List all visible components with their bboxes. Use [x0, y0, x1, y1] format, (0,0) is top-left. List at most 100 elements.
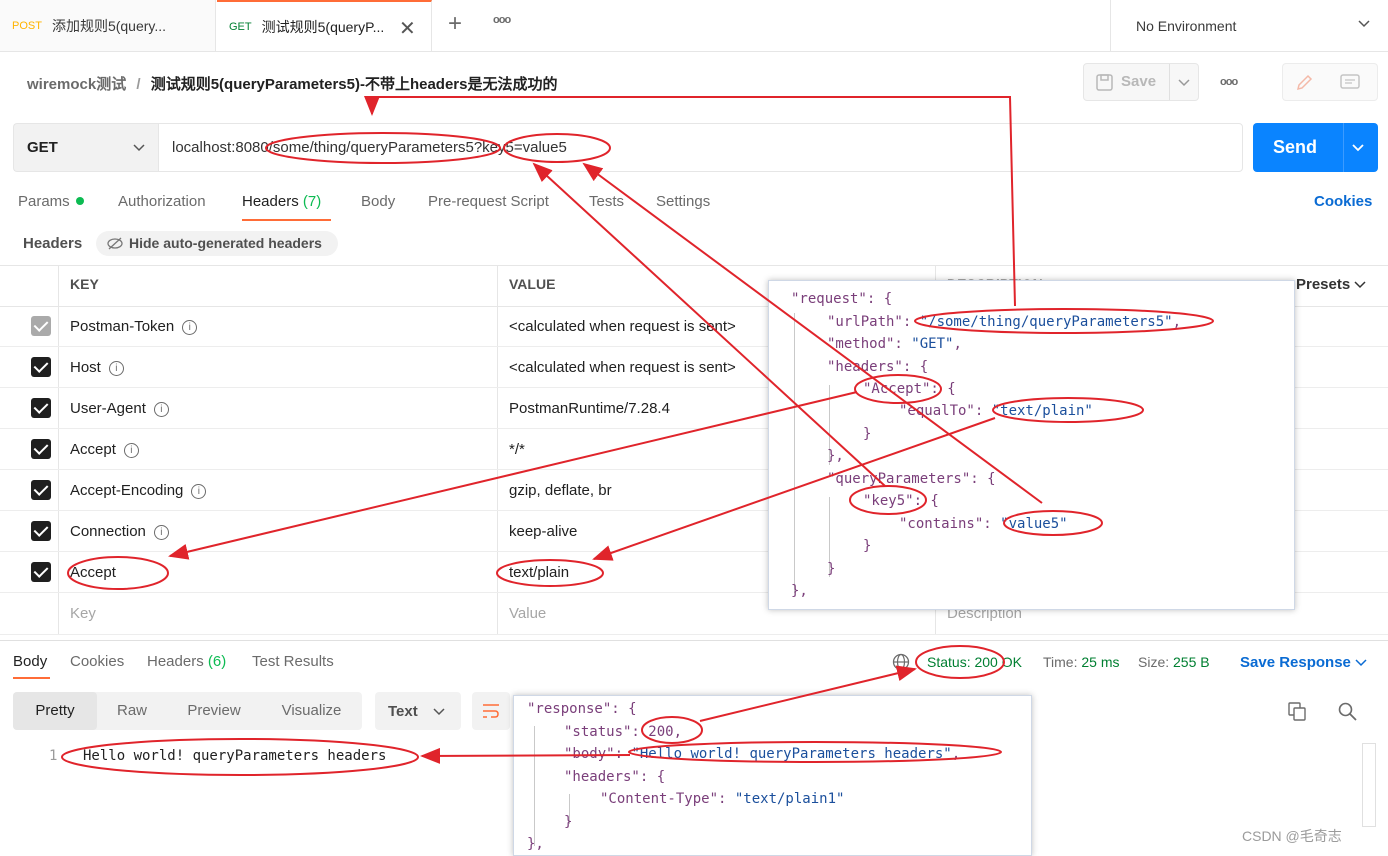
tab-body[interactable]: Body	[361, 193, 395, 210]
presets-dropdown[interactable]: Presets	[1296, 276, 1366, 293]
line-number: 1	[49, 748, 58, 764]
info-icon[interactable]: i	[182, 320, 198, 335]
json-line: "headers": {	[827, 359, 929, 375]
tab-prerequest-script[interactable]: Pre-request Script	[428, 193, 549, 210]
hide-auto-headers-button[interactable]: Hide auto-generated headers	[96, 231, 338, 256]
size-value: 255 B	[1173, 654, 1210, 670]
json-line: "body": "Hello world! queryParameters he…	[564, 746, 961, 762]
json-line: }	[827, 561, 836, 577]
chevron-down-icon	[133, 144, 145, 152]
json-line: "headers": {	[564, 769, 666, 785]
key-placeholder[interactable]: Key	[70, 605, 96, 622]
tab-params[interactable]: Params	[18, 193, 84, 210]
tab-authorization[interactable]: Authorization	[118, 193, 206, 210]
globe-icon[interactable]	[892, 653, 910, 671]
row-checkbox[interactable]	[31, 521, 51, 541]
row-checkbox[interactable]	[31, 357, 51, 377]
info-icon[interactable]: i	[108, 361, 124, 376]
header-key: Connection i	[70, 523, 169, 540]
chevron-down-icon[interactable]	[1352, 144, 1364, 152]
scrollbar[interactable]	[1362, 743, 1376, 827]
eye-off-icon	[107, 237, 123, 250]
view-raw[interactable]: Raw	[97, 692, 167, 730]
side-panel-toggles	[1282, 63, 1378, 101]
view-pretty[interactable]: Pretty	[13, 692, 97, 730]
method-select[interactable]: GET	[13, 123, 158, 172]
send-button[interactable]: Send	[1253, 123, 1378, 172]
view-visualize[interactable]: Visualize	[261, 692, 362, 730]
header-key: Accept i	[70, 441, 139, 458]
info-icon[interactable]: i	[153, 525, 169, 540]
tab-tests[interactable]: Tests	[589, 193, 624, 210]
presets-label: Presets	[1296, 276, 1351, 293]
status-badge: Status: 200 OK	[927, 654, 1022, 670]
comment-icon[interactable]	[1340, 74, 1360, 92]
info-icon[interactable]: i	[153, 402, 169, 417]
header-key[interactable]: Accept	[70, 564, 116, 581]
json-line: "Content-Type": "text/plain1"	[600, 791, 845, 807]
row-checkbox[interactable]	[31, 562, 51, 582]
tab-headers-label: Headers	[242, 193, 299, 210]
close-icon[interactable]: ✕	[399, 16, 416, 41]
edit-icon[interactable]	[1295, 74, 1313, 92]
response-time: Time: 25 ms	[1043, 654, 1120, 670]
response-tab-cookies[interactable]: Cookies	[70, 653, 124, 670]
save-button[interactable]: Save	[1083, 63, 1199, 101]
info-icon[interactable]: i	[123, 443, 139, 458]
row-checkbox[interactable]	[31, 398, 51, 418]
wrap-lines-button[interactable]	[472, 692, 510, 730]
save-icon	[1096, 74, 1113, 91]
header-value[interactable]: text/plain	[509, 564, 569, 581]
active-tab-indicator	[13, 677, 50, 679]
header-key: User-Agent i	[70, 400, 169, 417]
url-input[interactable]: localhost:8080/some/thing/queryParameter…	[158, 123, 1243, 172]
chevron-down-icon	[1354, 281, 1366, 289]
json-line: }	[564, 814, 573, 830]
breadcrumb-collection[interactable]: wiremock测试	[27, 76, 126, 93]
view-preview[interactable]: Preview	[167, 692, 261, 730]
save-label: Save	[1121, 73, 1157, 90]
save-response-button[interactable]: Save Response	[1240, 654, 1367, 671]
info-icon[interactable]: i	[191, 484, 207, 499]
hide-auto-headers-label: Hide auto-generated headers	[129, 235, 322, 251]
response-tab-body[interactable]: Body	[13, 653, 47, 670]
response-body-text: Hello world! queryParameters headers	[83, 748, 387, 764]
divider	[1169, 64, 1170, 100]
response-tab-headers[interactable]: Headers (6)	[147, 653, 226, 670]
method-label: GET	[27, 139, 58, 156]
active-tab-indicator	[242, 219, 331, 221]
chevron-down-icon[interactable]	[1178, 79, 1190, 87]
more-actions-icon[interactable]: ooo	[1220, 76, 1238, 88]
cookies-link[interactable]: Cookies	[1314, 193, 1372, 210]
header-key: Postman-Token i	[70, 318, 198, 335]
header-key: Accept-Encoding i	[70, 482, 207, 499]
row-checkbox[interactable]	[31, 439, 51, 459]
copy-icon[interactable]	[1288, 702, 1307, 721]
tab-post-add-rule[interactable]: POST 添加规则5(query...	[0, 0, 216, 51]
new-tab-icon[interactable]: +	[448, 10, 462, 38]
json-line: },	[791, 583, 808, 599]
json-line: "request": {	[791, 291, 893, 307]
json-line: "equalTo": "text/plain"	[899, 403, 1093, 419]
header-value: <calculated when request is sent>	[509, 318, 736, 335]
format-select[interactable]: Text	[375, 692, 461, 730]
environment-select[interactable]: No Environment	[1110, 0, 1388, 51]
indent-guide	[534, 726, 535, 846]
chevron-down-icon	[1358, 20, 1370, 28]
header-key: Host i	[70, 359, 124, 376]
search-icon[interactable]	[1338, 702, 1357, 721]
row-checkbox[interactable]	[31, 316, 51, 336]
value-placeholder[interactable]: Value	[509, 605, 546, 622]
wrap-icon	[483, 704, 499, 718]
row-checkbox[interactable]	[31, 480, 51, 500]
tab-settings[interactable]: Settings	[656, 193, 710, 210]
more-tabs-icon[interactable]: ooo	[493, 14, 511, 26]
pane-divider	[0, 640, 1388, 641]
view-mode-switch: Pretty Raw Preview Visualize	[13, 692, 362, 730]
response-tab-test-results[interactable]: Test Results	[252, 653, 334, 670]
json-line: "method": "GET",	[827, 336, 962, 352]
tab-get-test-rule[interactable]: GET 测试规则5(queryP... ✕	[217, 0, 432, 51]
header-value: keep-alive	[509, 523, 578, 540]
response-tab-headers-label: Headers	[147, 653, 204, 670]
tab-headers[interactable]: Headers (7)	[242, 193, 321, 210]
